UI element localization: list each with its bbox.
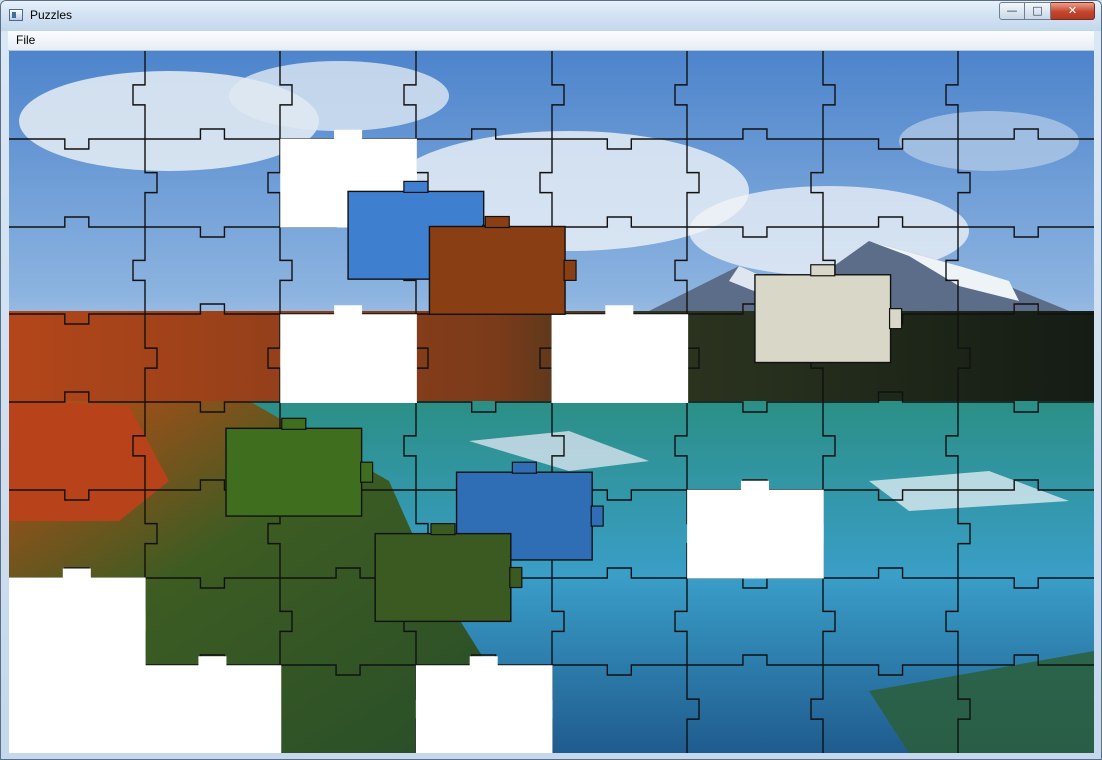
loose-piece[interactable] — [428, 215, 577, 315]
empty-slot[interactable] — [687, 489, 824, 579]
empty-slot-tab — [740, 480, 769, 491]
empty-slot-tab — [469, 656, 498, 667]
puzzles-window: Puzzles — □ ✕ File — [0, 0, 1102, 760]
title-bar[interactable]: Puzzles — □ ✕ — [1, 1, 1101, 31]
caption-buttons: — □ ✕ — [999, 2, 1095, 20]
app-window-icon — [9, 9, 23, 21]
empty-slot[interactable] — [551, 314, 689, 403]
puzzle-canvas[interactable] — [9, 51, 1094, 753]
loose-piece[interactable] — [374, 523, 523, 623]
empty-slot-tab — [62, 568, 91, 579]
menu-bar: File — [8, 31, 1094, 51]
empty-slot[interactable] — [415, 665, 553, 753]
empty-slot-tab — [334, 305, 363, 316]
minimize-button[interactable]: — — [999, 2, 1025, 20]
menu-file[interactable]: File — [16, 33, 35, 47]
empty-slot[interactable] — [9, 665, 146, 753]
puzzle-board[interactable] — [9, 51, 1094, 753]
empty-slot[interactable] — [144, 665, 282, 753]
maximize-button[interactable]: □ — [1025, 2, 1051, 20]
empty-slot-tab — [198, 656, 227, 667]
loose-piece[interactable] — [754, 264, 903, 364]
empty-slot-tab — [62, 656, 91, 667]
empty-slot[interactable] — [9, 577, 146, 667]
loose-piece[interactable] — [225, 417, 374, 517]
empty-slot[interactable] — [280, 314, 417, 403]
close-button[interactable]: ✕ — [1051, 2, 1095, 20]
empty-slot-tab — [605, 305, 634, 316]
window-title: Puzzles — [30, 8, 73, 22]
empty-slot-tab — [334, 129, 363, 140]
